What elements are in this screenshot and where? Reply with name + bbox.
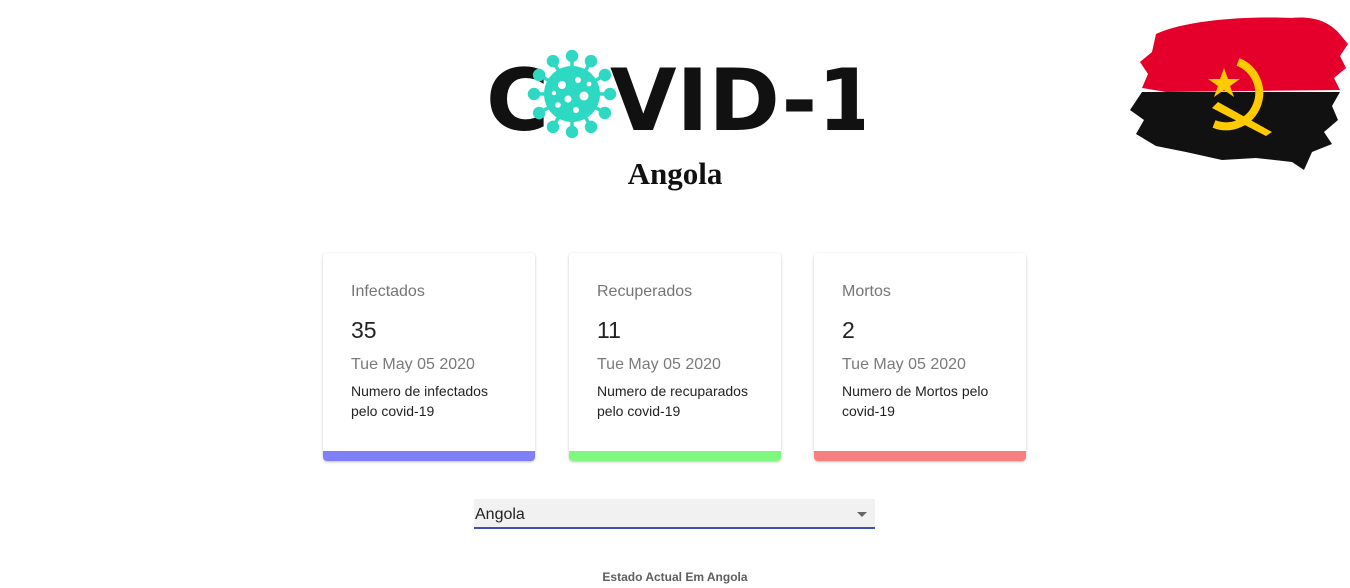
- card-label: Recuperados: [597, 283, 693, 300]
- covid-19-logo: C VID-19: [486, 50, 864, 140]
- angola-flag: [1126, 12, 1348, 174]
- card-label: Infectados: [351, 283, 425, 300]
- virus-spike: [565, 50, 579, 63]
- virus-spike: [532, 68, 546, 82]
- virus-spike: [546, 54, 560, 68]
- card-description: Numero de recuparados pelo covid-19: [597, 383, 748, 419]
- card-infectados: Infectados 35 Tue May 05 2020 Numero de …: [323, 253, 535, 461]
- country-select[interactable]: Angola: [474, 499, 875, 529]
- country-title: Angola: [627, 156, 723, 191]
- virus-spike: [584, 120, 598, 134]
- card-value: 11: [597, 317, 621, 343]
- card-recuperados: Recuperados 11 Tue May 05 2020 Numero de…: [569, 253, 781, 461]
- card-color-bar: [814, 451, 1026, 461]
- dropdown-arrow-icon[interactable]: [857, 512, 867, 517]
- virus-spike: [546, 120, 560, 134]
- card-color-bar: [569, 451, 781, 461]
- country-select-value: Angola: [475, 506, 525, 523]
- card-mortos: Mortos 2 Tue May 05 2020 Numero de Morto…: [814, 253, 1026, 461]
- card-date: Tue May 05 2020: [842, 356, 966, 373]
- card-date: Tue May 05 2020: [351, 356, 475, 373]
- card-value: 35: [351, 317, 377, 343]
- card-color-bar: [323, 451, 535, 461]
- card-label: Mortos: [842, 283, 891, 300]
- virus-spike: [598, 106, 612, 120]
- virus-spike: [584, 54, 598, 68]
- card-description: Numero de infectados pelo covid-19: [351, 383, 488, 419]
- card-value: 2: [842, 317, 855, 343]
- card-date: Tue May 05 2020: [597, 356, 721, 373]
- virus-spike: [532, 106, 546, 120]
- status-footer: Estado Actual Em Angola: [602, 570, 748, 584]
- virus-spike: [565, 125, 579, 139]
- virus-spike: [598, 68, 612, 82]
- virus-spike: [527, 87, 541, 101]
- logo-text-vid: VID-19: [610, 51, 864, 140]
- card-description: Numero de Mortos pelo covid-19: [842, 383, 989, 419]
